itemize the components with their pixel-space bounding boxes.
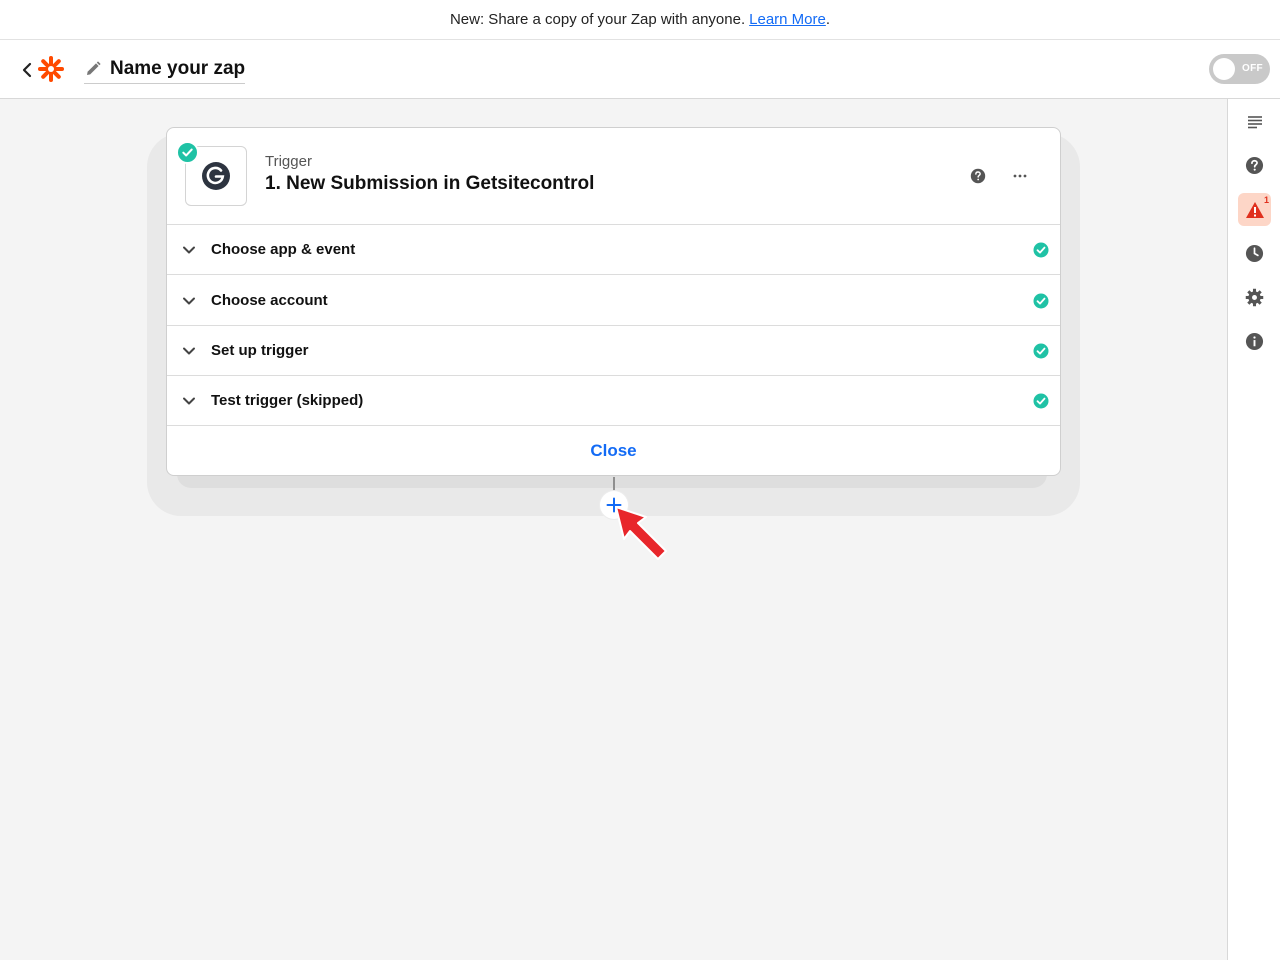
step-header[interactable]: Trigger 1. New Submission in Getsitecont… xyxy=(167,128,1060,225)
zap-name-field[interactable]: Name your zap xyxy=(84,56,246,84)
banner-suffix: . xyxy=(825,11,831,28)
chevron-down-icon xyxy=(183,347,195,355)
alerts-count-badge: 1 xyxy=(1263,195,1269,205)
step-title: 1. New Submission in Getsitecontrol xyxy=(265,173,595,194)
section-label: Choose account xyxy=(211,292,328,309)
section-label: Choose app & event xyxy=(211,241,356,258)
zapier-logo-icon[interactable] xyxy=(38,56,64,82)
warning-icon xyxy=(1245,201,1264,218)
banner-text: New: Share a copy of your Zap with anyon… xyxy=(449,11,746,28)
step-type-label: Trigger xyxy=(265,153,312,170)
chevron-down-icon xyxy=(183,397,195,405)
editor-header: Name your zap OFF xyxy=(0,40,1280,99)
outline-button[interactable] xyxy=(1238,105,1271,138)
check-circle-icon xyxy=(1033,242,1049,258)
outline-icon xyxy=(1247,115,1262,128)
learn-more-link[interactable]: Learn More xyxy=(749,11,826,28)
info-icon xyxy=(1245,332,1264,351)
help-icon xyxy=(1245,156,1264,175)
chevron-down-icon xyxy=(183,246,195,254)
chevron-down-icon xyxy=(183,297,195,305)
section-test-trigger[interactable]: Test trigger (skipped) xyxy=(167,376,1060,426)
toggle-label: OFF xyxy=(1242,63,1263,74)
check-circle-icon xyxy=(1033,393,1049,409)
step-more-menu-button[interactable] xyxy=(1009,166,1031,186)
history-icon xyxy=(1245,244,1264,263)
step-complete-badge xyxy=(176,141,199,164)
getsitecontrol-logo-icon xyxy=(202,162,230,190)
close-step-button[interactable]: Close xyxy=(167,426,1060,475)
history-button[interactable] xyxy=(1238,237,1271,270)
pencil-icon xyxy=(87,60,101,75)
toggle-knob xyxy=(1213,58,1235,80)
settings-button[interactable] xyxy=(1238,281,1271,314)
chevron-left-icon xyxy=(22,62,32,78)
close-label: Close xyxy=(590,441,637,460)
checkmark-icon xyxy=(182,148,193,157)
red-pointer-arrow-annotation xyxy=(615,506,667,560)
details-button[interactable] xyxy=(1238,325,1271,358)
zap-name: Name your zap xyxy=(110,57,246,79)
section-set-up-trigger[interactable]: Set up trigger xyxy=(167,326,1060,376)
section-label: Set up trigger xyxy=(211,342,309,359)
right-sidebar: 1 xyxy=(1227,99,1280,960)
back-button[interactable] xyxy=(18,60,38,80)
section-choose-app-event[interactable]: Choose app & event xyxy=(167,225,1060,275)
check-circle-icon xyxy=(1033,343,1049,359)
zap-on-off-toggle[interactable]: OFF xyxy=(1209,54,1270,84)
section-choose-account[interactable]: Choose account xyxy=(167,276,1060,326)
trigger-step-card: Trigger 1. New Submission in Getsitecont… xyxy=(166,127,1061,476)
announcement-banner: New: Share a copy of your Zap with anyon… xyxy=(0,0,1280,40)
step-help-button[interactable] xyxy=(970,168,986,184)
settings-icon xyxy=(1245,288,1264,307)
more-horizontal-icon xyxy=(1013,174,1027,178)
section-label: Test trigger (skipped) xyxy=(211,392,364,409)
check-circle-icon xyxy=(1033,293,1049,309)
help-button[interactable] xyxy=(1238,149,1271,182)
help-icon xyxy=(970,168,986,184)
alerts-button[interactable]: 1 xyxy=(1238,193,1271,226)
